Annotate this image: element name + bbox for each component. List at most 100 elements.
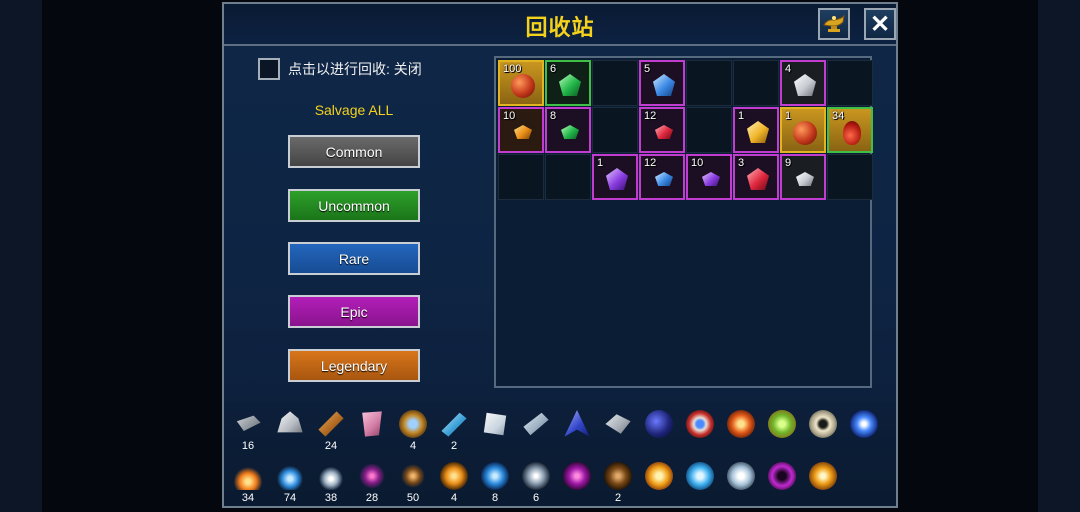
resource-item[interactable]: 2 [600, 462, 636, 510]
resource-item[interactable]: 8 [477, 462, 513, 510]
salvage-legendary-button[interactable]: Legendary [288, 349, 420, 382]
inventory-slot-empty[interactable] [592, 60, 638, 106]
inventory-slot[interactable]: 5 [639, 60, 685, 106]
inventory-slot[interactable]: 12 [639, 154, 685, 200]
inventory-slot[interactable]: 10 [686, 154, 732, 200]
water-essence-icon [276, 462, 304, 490]
resource-item[interactable]: 38 [313, 462, 349, 510]
inventory-slot[interactable]: 1 [780, 107, 826, 153]
resource-item[interactable]: 28 [354, 462, 390, 510]
resource-item[interactable]: 24 [313, 410, 349, 458]
resource-item[interactable]: 6 [518, 462, 554, 510]
red-orb-icon [511, 74, 535, 98]
inventory-slot[interactable]: 100 [498, 60, 544, 106]
resource-item[interactable] [764, 462, 800, 510]
inventory-slot-empty[interactable] [498, 154, 544, 200]
inventory-slot-empty[interactable] [686, 107, 732, 153]
inventory-slot-empty[interactable] [592, 107, 638, 153]
resource-item[interactable] [272, 410, 308, 458]
inventory-slot[interactable]: 12 [639, 107, 685, 153]
salvage-toggle-checkbox[interactable] [258, 58, 280, 80]
fire-amulet-icon [727, 410, 755, 438]
inventory-slot-empty[interactable] [827, 60, 873, 106]
resource-item[interactable] [559, 410, 595, 458]
resource-count: 74 [283, 492, 297, 504]
resource-item[interactable] [805, 462, 841, 510]
salvage-common-button[interactable]: Common [288, 135, 420, 168]
resource-item[interactable]: 2 [436, 410, 472, 458]
inventory-slot[interactable]: 9 [780, 154, 826, 200]
yellow-gem-icon [747, 121, 769, 143]
steel-bar-icon [523, 412, 549, 436]
slot-count: 9 [785, 157, 792, 169]
resource-item[interactable] [764, 410, 800, 458]
resource-item[interactable] [559, 462, 595, 510]
inventory-slot[interactable]: 6 [545, 60, 591, 106]
resource-item[interactable] [805, 410, 841, 458]
void-core-icon [768, 462, 796, 490]
slot-count: 5 [644, 63, 651, 75]
salvage-panel: 回收站 ✕ 点击以进行回收: 关闭 Salvage ALL Common Unc… [222, 2, 898, 508]
slot-count: 8 [550, 110, 557, 122]
left-letterbox [0, 0, 42, 512]
resource-item[interactable]: 50 [395, 462, 431, 510]
resource-item[interactable] [641, 410, 677, 458]
inventory-slot-empty[interactable] [545, 154, 591, 200]
slot-count: 12 [644, 110, 657, 122]
wind-core-icon [727, 462, 755, 490]
slot-count: 1 [597, 157, 604, 169]
lamp-button[interactable] [818, 8, 850, 40]
inventory-slot[interactable]: 3 [733, 154, 779, 200]
resource-item[interactable]: 4 [395, 410, 431, 458]
slot-count: 10 [503, 110, 516, 122]
inventory-slot-empty[interactable] [733, 60, 779, 106]
green-gem-icon [561, 125, 579, 139]
salvage-all-label: Salvage ALL [314, 102, 394, 118]
inventory-slot[interactable]: 4 [780, 60, 826, 106]
ore-chunk-icon [277, 411, 303, 433]
resource-count: 28 [365, 492, 379, 504]
inventory-grid-frame: 100 6 5 4 10 8 12 1 1 34 1 12 10 3 9 [494, 56, 873, 388]
sun-core-icon [809, 462, 837, 490]
resource-item[interactable]: 16 [230, 410, 266, 458]
title-bar: 回收站 ✕ [224, 4, 896, 46]
resource-item[interactable] [846, 410, 882, 458]
inventory-slot[interactable]: 10 [498, 107, 544, 153]
wind-swirl-icon [522, 462, 550, 490]
salvage-epic-button[interactable]: Epic [288, 295, 420, 328]
resource-item[interactable] [354, 410, 390, 458]
resource-item[interactable]: 74 [272, 462, 308, 510]
fire-essence-icon [234, 462, 262, 490]
resource-item[interactable] [518, 410, 554, 458]
close-button[interactable]: ✕ [864, 8, 896, 40]
resource-item[interactable] [682, 462, 718, 510]
slot-count: 6 [550, 63, 557, 75]
resource-item[interactable] [682, 410, 718, 458]
inventory-slot[interactable]: 34 [827, 107, 873, 153]
red-potion-icon [843, 121, 861, 145]
inventory-slot-empty[interactable] [686, 60, 732, 106]
resource-item[interactable] [600, 410, 636, 458]
salvage-toggle-row: 点击以进行回收: 关闭 [258, 58, 422, 80]
resource-count: 6 [532, 492, 540, 504]
slot-count: 12 [644, 157, 657, 169]
inventory-slot[interactable]: 1 [733, 107, 779, 153]
salvage-uncommon-button[interactable]: Uncommon [288, 189, 420, 222]
inventory-slot[interactable]: 8 [545, 107, 591, 153]
inventory-slot[interactable]: 1 [592, 154, 638, 200]
slot-count: 34 [832, 110, 845, 122]
cloth-icon [362, 411, 382, 437]
resource-item[interactable] [723, 462, 759, 510]
inventory-slot-empty[interactable] [827, 154, 873, 200]
resource-item[interactable] [723, 410, 759, 458]
blue-feather-icon [564, 410, 590, 437]
earth-essence-icon [399, 462, 427, 490]
water-swirl-icon [481, 462, 509, 490]
resource-item[interactable]: 34 [230, 462, 266, 510]
slot-count: 100 [503, 63, 522, 75]
resource-item[interactable] [641, 462, 677, 510]
resource-item[interactable] [477, 410, 513, 458]
resource-item[interactable]: 4 [436, 462, 472, 510]
salvage-rare-button[interactable]: Rare [288, 242, 420, 275]
white-gem-icon [796, 172, 814, 186]
